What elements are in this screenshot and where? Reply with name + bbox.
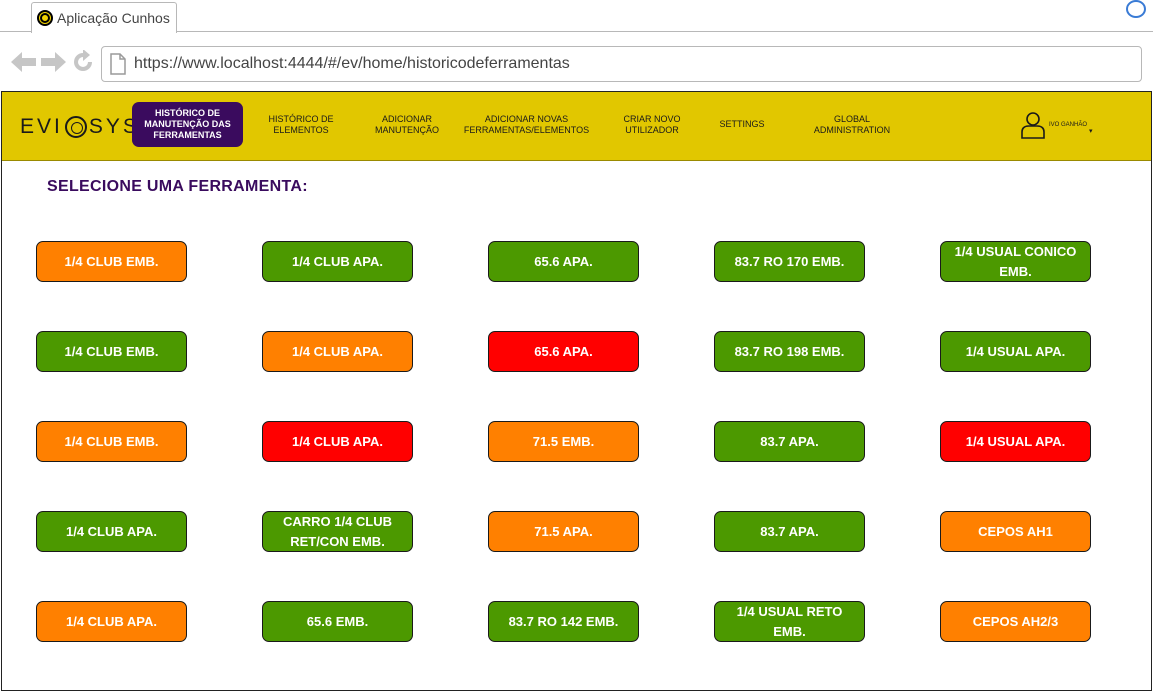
tool-button[interactable]: 71.5 APA.	[488, 511, 639, 552]
tool-button[interactable]: 1/4 CLUB EMB.	[36, 331, 187, 372]
tool-button-label: 65.6 APA.	[534, 343, 593, 359]
tool-button[interactable]: CEPOS AH1	[940, 511, 1091, 552]
nav-label: ADICIONAR NOVAS FERRAMENTAS/ELEMENTOS	[463, 113, 590, 135]
tool-button-label: 1/4 CLUB APA.	[291, 343, 383, 359]
tool-button-label: 1/4 CLUB APA.	[65, 613, 157, 629]
tab-title: Aplicação Cunhos	[57, 10, 170, 26]
app-favicon-icon	[37, 10, 53, 26]
tool-button[interactable]: 1/4 USUAL RETO EMB.	[714, 601, 865, 642]
tool-button-label: 1/4 CLUB APA.	[65, 523, 157, 539]
eviosys-logo[interactable]: EVI SYS	[20, 112, 140, 142]
forward-arrow-icon[interactable]	[40, 51, 66, 73]
tool-button-label: CARRO 1/4 CLUB RET/CON EMB.	[282, 513, 393, 549]
tool-button[interactable]: 1/4 CLUB APA.	[262, 241, 413, 282]
nav-criar-utilizador[interactable]: CRIAR NOVO UTILIZADOR	[616, 102, 688, 147]
tool-button-label: 1/4 USUAL APA.	[965, 343, 1066, 359]
tool-button-label: 1/4 USUAL CONICO EMB.	[954, 243, 1077, 279]
tool-button-label: 71.5 APA.	[534, 523, 593, 539]
tool-button-label: 83.7 RO 142 EMB.	[508, 613, 619, 629]
tool-button-label: 83.7 RO 170 EMB.	[734, 253, 845, 269]
nav-label: CRIAR NOVO UTILIZADOR	[623, 113, 681, 135]
tool-button-label: 1/4 CLUB EMB.	[64, 433, 159, 449]
nav-historico-elementos[interactable]: HISTÓRICO DE ELEMENTOS	[260, 102, 342, 147]
tool-button[interactable]: 83.7 APA.	[714, 511, 865, 552]
top-navbar: EVI SYS HISTÓRICO DE MANUTENÇÃO DAS FERR…	[2, 92, 1151, 161]
tool-button[interactable]: 83.7 RO 198 EMB.	[714, 331, 865, 372]
back-arrow-icon[interactable]	[11, 51, 37, 73]
tool-button[interactable]: CEPOS AH2/3	[940, 601, 1091, 642]
tool-button[interactable]: 1/4 CLUB APA.	[36, 601, 187, 642]
tool-button-label: 1/4 USUAL RETO EMB.	[736, 603, 843, 639]
tool-button[interactable]: 65.6 APA.	[488, 331, 639, 372]
tool-button[interactable]: 1/4 CLUB APA.	[262, 331, 413, 372]
user-name: IVO GANHÃO	[1049, 122, 1088, 128]
nav-adicionar-manutencao[interactable]: ADICIONAR MANUTENÇÃO	[370, 102, 444, 147]
window-circle-icon[interactable]	[1126, 0, 1146, 18]
tool-button-label: 1/4 CLUB APA.	[291, 433, 383, 449]
tool-button[interactable]: 1/4 USUAL CONICO EMB.	[940, 241, 1091, 282]
nav-label: GLOBAL ADMINISTRATION	[813, 113, 891, 135]
nav-adicionar-ferramentas-elementos[interactable]: ADICIONAR NOVAS FERRAMENTAS/ELEMENTOS	[460, 102, 593, 147]
tool-button[interactable]: 1/4 CLUB APA.	[36, 511, 187, 552]
tool-button-label: CEPOS AH2/3	[972, 613, 1059, 629]
tool-button[interactable]: 1/4 CLUB EMB.	[36, 421, 187, 462]
tool-button[interactable]: 71.5 EMB.	[488, 421, 639, 462]
tool-button-label: 71.5 EMB.	[532, 433, 595, 449]
tool-button[interactable]: CARRO 1/4 CLUB RET/CON EMB.	[262, 511, 413, 552]
tool-button-label: 83.7 APA.	[760, 433, 819, 449]
tool-button[interactable]: 83.7 RO 170 EMB.	[714, 241, 865, 282]
tool-button-label: 1/4 USUAL APA.	[965, 433, 1066, 449]
nav-label: HISTÓRICO DE ELEMENTOS	[268, 113, 334, 135]
browser-tab[interactable]: Aplicação Cunhos	[31, 2, 177, 33]
tool-button[interactable]: 83.7 APA.	[714, 421, 865, 462]
tool-button[interactable]: 1/4 USUAL APA.	[940, 331, 1091, 372]
address-bar-area: https://www.localhost:4444/#/ev/home/his…	[0, 33, 1153, 89]
nav-settings[interactable]: SETTINGS	[711, 102, 773, 147]
tool-button[interactable]: 83.7 RO 142 EMB.	[488, 601, 639, 642]
nav-global-administration[interactable]: GLOBAL ADMINISTRATION	[805, 102, 899, 147]
tool-button-label: 83.7 RO 198 EMB.	[734, 343, 845, 359]
tool-button[interactable]: 1/4 CLUB EMB.	[36, 241, 187, 282]
tool-button-label: CEPOS AH1	[978, 523, 1053, 539]
app-window: EVI SYS HISTÓRICO DE MANUTENÇÃO DAS FERR…	[1, 91, 1152, 691]
tool-button-label: 65.6 EMB.	[306, 613, 369, 629]
url-input[interactable]: https://www.localhost:4444/#/ev/home/his…	[101, 46, 1142, 82]
tool-button[interactable]: 1/4 CLUB APA.	[262, 421, 413, 462]
url-text: https://www.localhost:4444/#/ev/home/his…	[134, 55, 570, 72]
page-document-icon	[110, 53, 126, 75]
tool-button-label: 83.7 APA.	[760, 523, 819, 539]
nav-label: HISTÓRICO DE MANUTENÇÃO DAS FERRAMENTAS	[144, 108, 231, 140]
tool-button[interactable]: 1/4 USUAL APA.	[940, 421, 1091, 462]
tool-button[interactable]: 65.6 EMB.	[262, 601, 413, 642]
user-avatar-icon	[1021, 112, 1045, 139]
browser-tab-bar: Aplicação Cunhos	[0, 0, 1153, 33]
nav-historico-manutencao-ferramentas[interactable]: HISTÓRICO DE MANUTENÇÃO DAS FERRAMENTAS	[132, 102, 243, 147]
logo-o-icon	[64, 116, 87, 138]
tool-grid: 1/4 CLUB EMB. 1/4 CLUB APA. 65.6 APA. 83.7 …	[36, 241, 1096, 642]
logo-text-left: EVI	[20, 115, 63, 138]
tool-button-label: 1/4 CLUB EMB.	[64, 253, 159, 269]
user-menu[interactable]: IVO GANHÃO ▾	[1021, 110, 1093, 140]
tool-button-label: 65.6 APA.	[534, 253, 593, 269]
tool-button[interactable]: 65.6 APA.	[488, 241, 639, 282]
nav-label: ADICIONAR MANUTENÇÃO	[374, 113, 439, 135]
tool-button-label: 1/4 CLUB APA.	[291, 253, 383, 269]
tool-button-label: 1/4 CLUB EMB.	[64, 343, 159, 359]
nav-label: SETTINGS	[719, 119, 765, 129]
page-title: SELECIONE UMA FERRAMENTA:	[47, 178, 308, 195]
reload-icon[interactable]	[71, 50, 95, 74]
caret-down-icon: ▾	[1089, 128, 1093, 135]
